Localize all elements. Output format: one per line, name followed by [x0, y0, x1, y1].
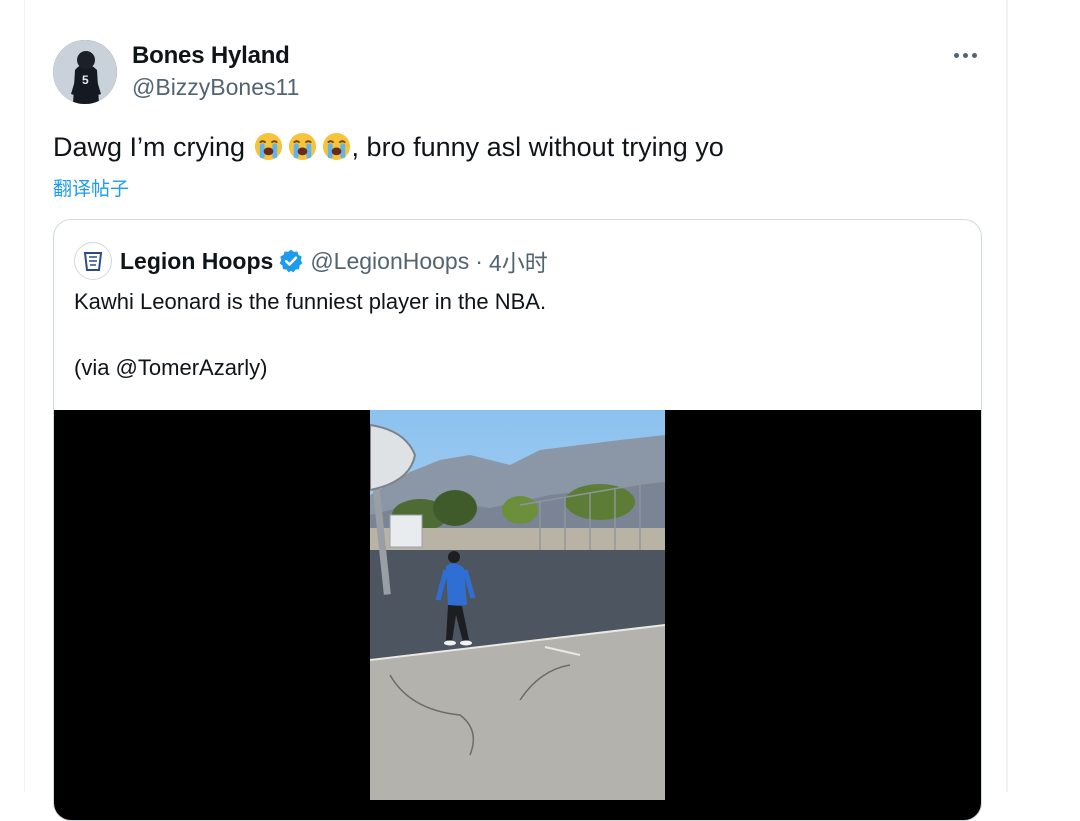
more-horizontal-icon[interactable] — [949, 42, 981, 68]
quoted-tweet-card[interactable]: Legion Hoops @LegionHoops · 4小时 Kawhi Le… — [53, 219, 982, 821]
quote-header: Legion Hoops @LegionHoops · 4小时 — [120, 244, 548, 278]
loudly-crying-face-emoji — [254, 132, 282, 161]
tweet-text: Dawg I’m crying , bro funny asl without … — [53, 128, 724, 166]
author-handle[interactable]: @BizzyBones11 — [132, 74, 299, 101]
quote-text: Kawhi Leonard is the funniest player in … — [74, 289, 547, 314]
quote-author-name[interactable]: Legion Hoops — [120, 248, 273, 275]
legion-hoops-avatar[interactable] — [74, 242, 112, 280]
quote-timestamp[interactable]: 4小时 — [489, 244, 548, 278]
loudly-crying-face-emoji — [322, 132, 350, 161]
author-name[interactable]: Bones Hyland — [132, 42, 290, 70]
loudly-crying-face-emoji — [288, 132, 316, 161]
svg-text:5: 5 — [82, 73, 89, 87]
tweet-column: 5 Bones Hyland @BizzyBones11 Dawg I’m cr… — [24, 0, 1008, 821]
dot-separator: · — [475, 247, 483, 274]
quote-via-text: (via @TomerAzarly) — [74, 355, 268, 380]
sidebar-divider — [1006, 0, 1007, 792]
quote-author-handle[interactable]: @LegionHoops — [310, 248, 469, 275]
video-player[interactable] — [54, 410, 981, 820]
video-frame[interactable] — [370, 410, 665, 800]
verified-badge-icon — [279, 249, 303, 273]
author-avatar[interactable]: 5 — [53, 40, 117, 104]
tweet-text-end: , bro funny asl without trying yo — [351, 132, 724, 162]
video-still-image — [370, 410, 665, 800]
tweet-text-start: Dawg I’m crying — [53, 132, 253, 162]
translate-post-link[interactable]: 翻译帖子 — [53, 174, 129, 201]
